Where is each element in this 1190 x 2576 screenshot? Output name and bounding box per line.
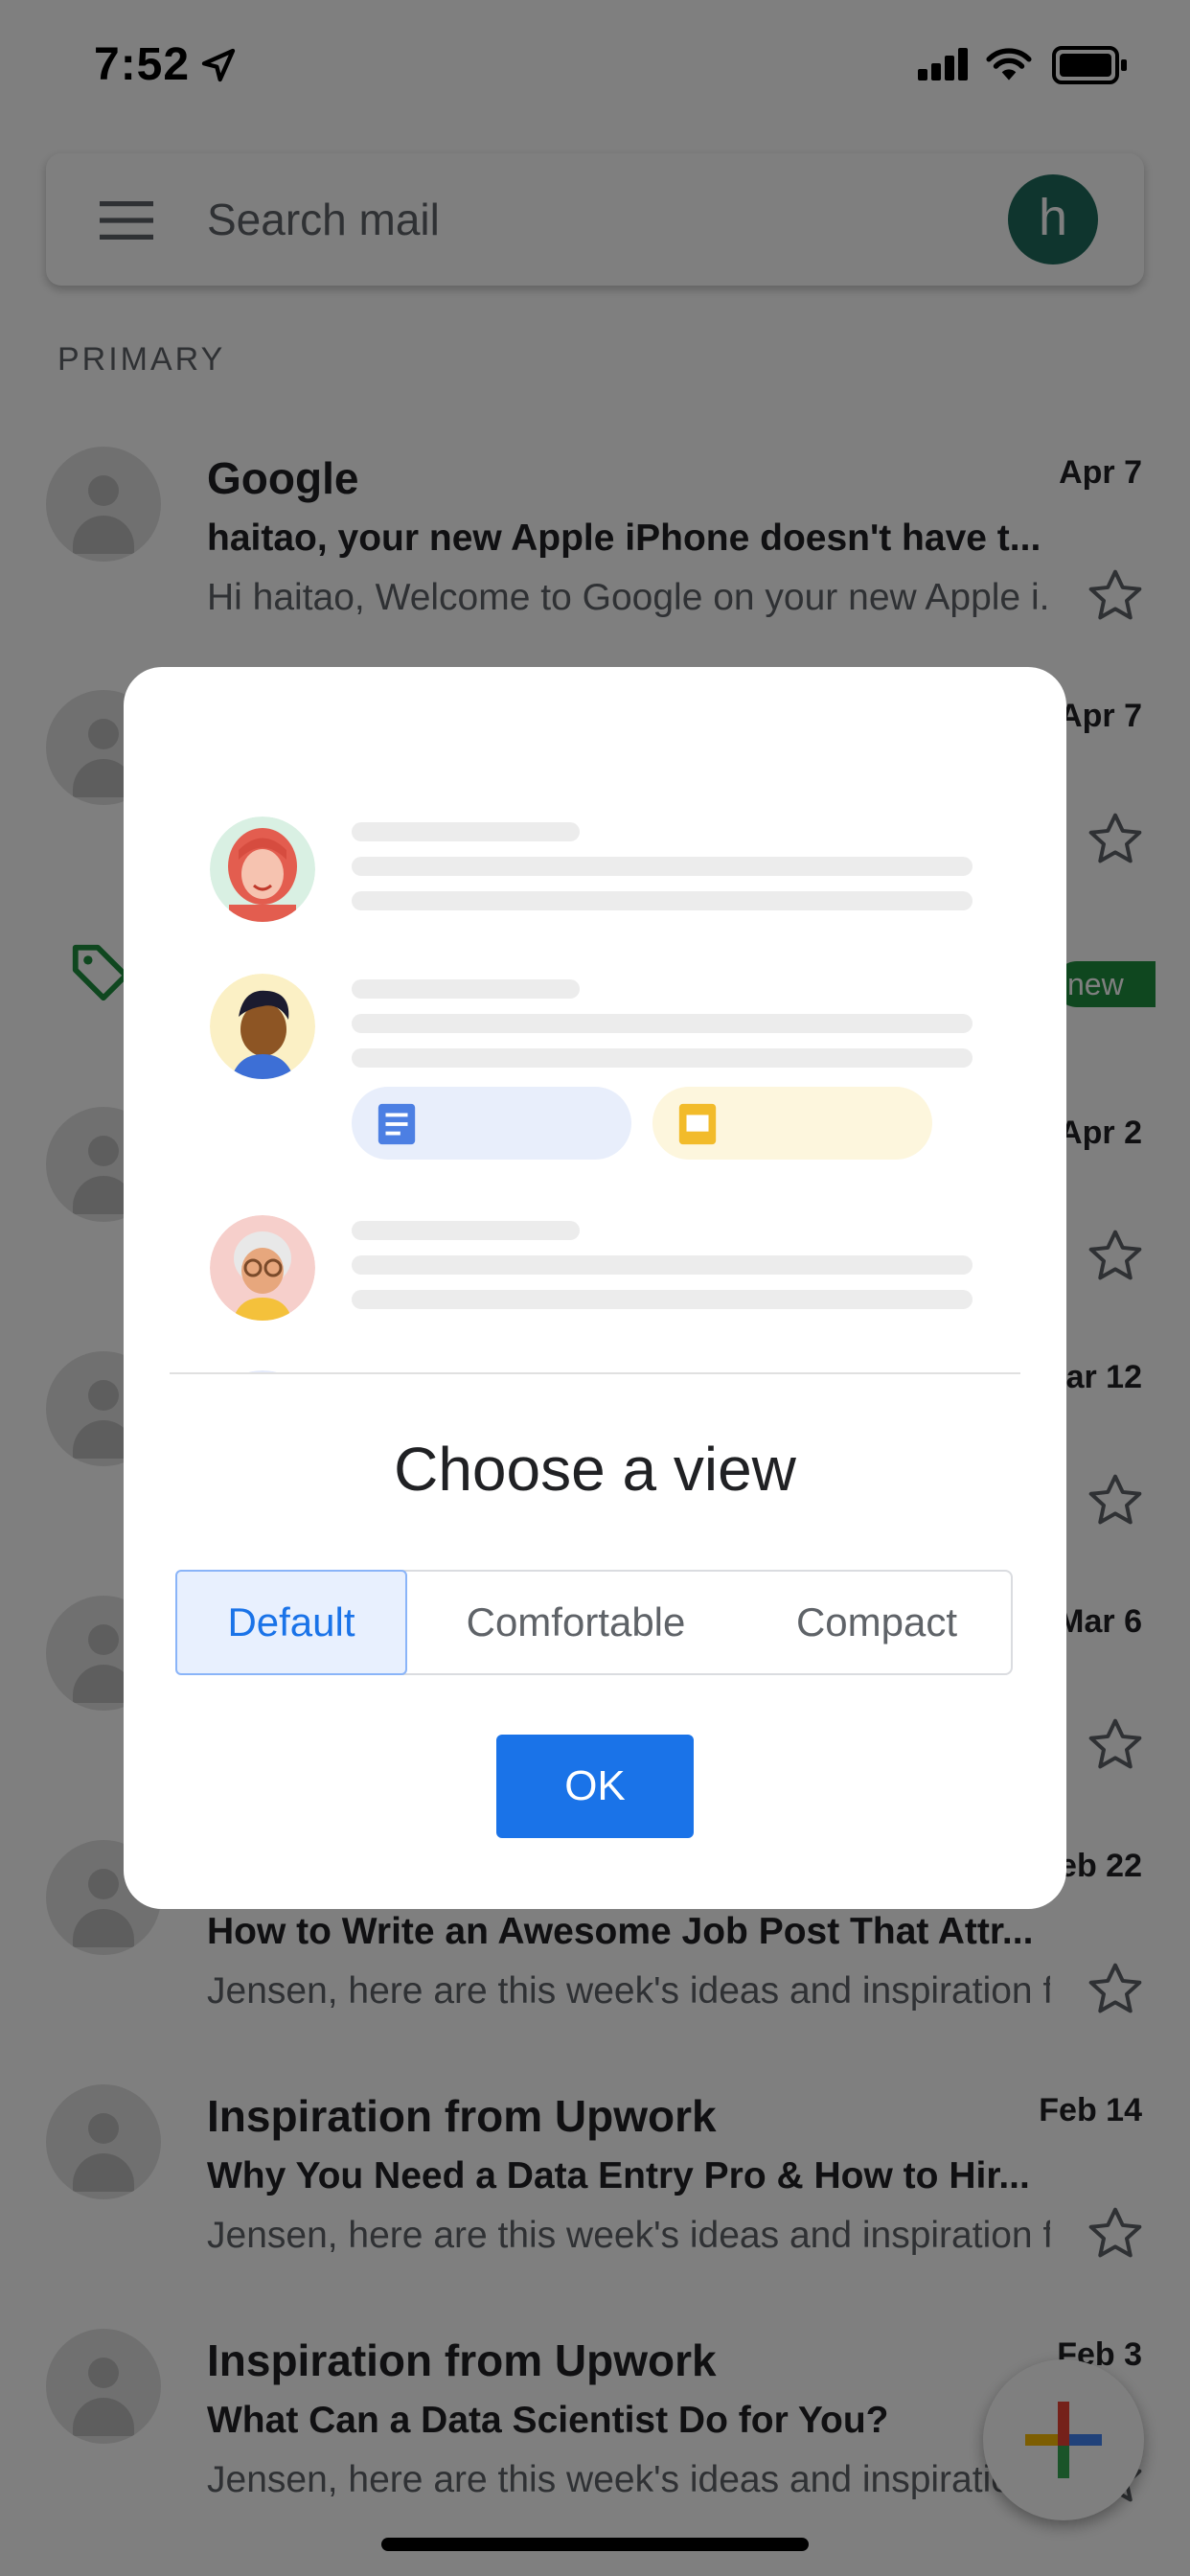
view-preview-illustration	[170, 713, 1020, 1374]
document-icon	[378, 1103, 416, 1145]
option-default[interactable]: Default	[175, 1570, 407, 1675]
avatar-illustration	[210, 1215, 315, 1321]
option-compact[interactable]: Compact	[744, 1572, 1009, 1673]
home-indicator	[381, 2538, 809, 2551]
choose-view-dialog: Choose a view Default Comfortable Compac…	[124, 667, 1066, 1909]
avatar-illustration	[210, 974, 315, 1079]
attachment-chip-slides	[652, 1087, 932, 1160]
ok-button[interactable]: OK	[496, 1735, 694, 1838]
attachment-chip-doc	[352, 1087, 631, 1160]
view-options: Default Comfortable Compact	[175, 1570, 1013, 1675]
avatar-illustration	[210, 816, 315, 922]
option-comfortable[interactable]: Comfortable	[407, 1572, 744, 1673]
slides-icon	[678, 1103, 717, 1145]
avatar-illustration	[248, 1370, 277, 1372]
dialog-title: Choose a view	[394, 1435, 796, 1504]
